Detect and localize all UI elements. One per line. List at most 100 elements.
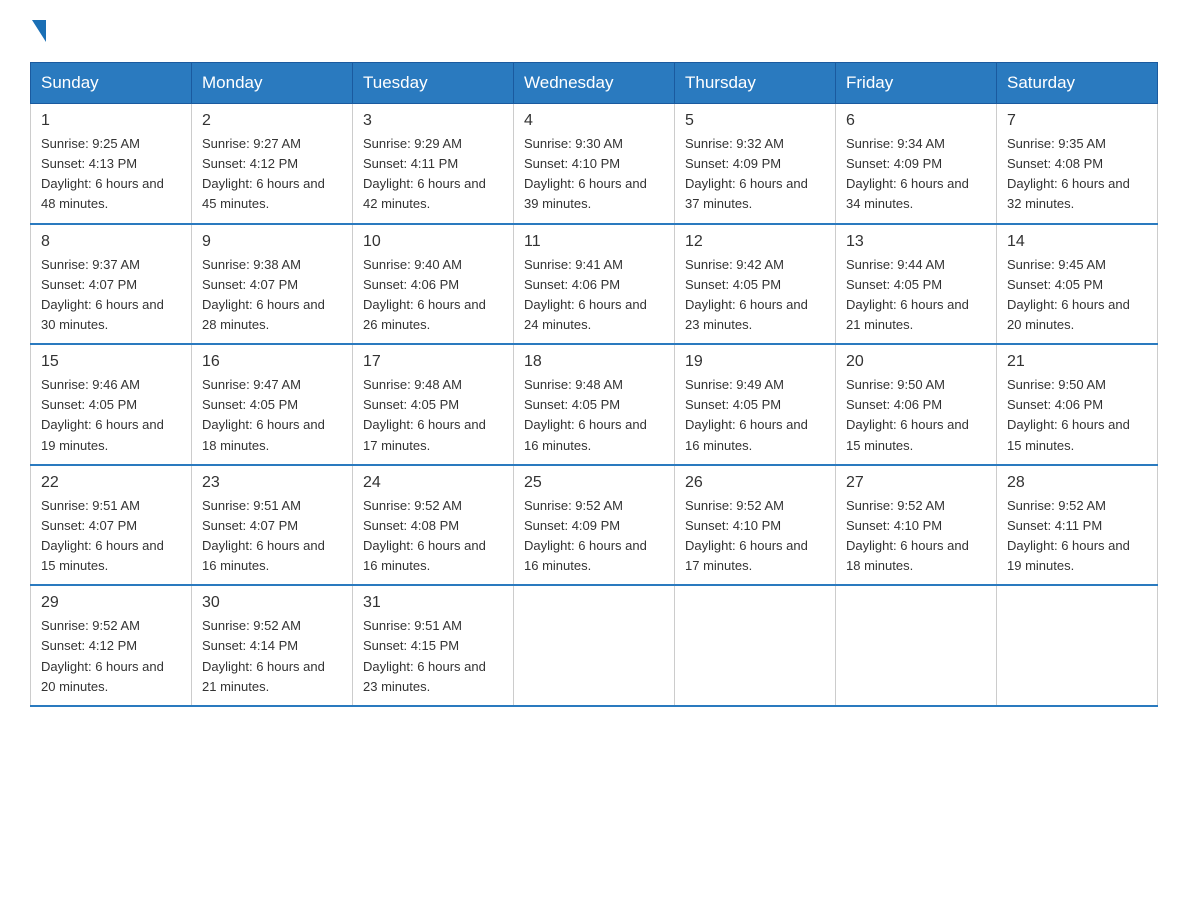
day-info: Sunrise: 9:52 AMSunset: 4:09 PMDaylight:…	[524, 496, 664, 577]
calendar-cell: 30 Sunrise: 9:52 AMSunset: 4:14 PMDayligh…	[192, 585, 353, 706]
day-number: 8	[41, 233, 181, 251]
day-info: Sunrise: 9:52 AMSunset: 4:12 PMDaylight:…	[41, 616, 181, 697]
week-row-1: 1 Sunrise: 9:25 AMSunset: 4:13 PMDaylight…	[31, 104, 1158, 224]
day-info: Sunrise: 9:44 AMSunset: 4:05 PMDaylight:…	[846, 255, 986, 336]
calendar-cell: 6 Sunrise: 9:34 AMSunset: 4:09 PMDaylight…	[836, 104, 997, 224]
calendar-cell: 21Sunrise: 9:50 AMSunset: 4:06 PMDayligh…	[997, 344, 1158, 465]
calendar-cell: 20Sunrise: 9:50 AMSunset: 4:06 PMDayligh…	[836, 344, 997, 465]
header-tuesday: Tuesday	[353, 63, 514, 104]
day-info: Sunrise: 9:29 AMSunset: 4:11 PMDaylight:…	[363, 134, 503, 215]
calendar-cell: 17 Sunrise: 9:48 AMSunset: 4:05 PMDayligh…	[353, 344, 514, 465]
calendar-cell: 27Sunrise: 9:52 AMSunset: 4:10 PMDayligh…	[836, 465, 997, 586]
calendar-cell	[675, 585, 836, 706]
logo	[30, 20, 48, 42]
calendar-cell: 24Sunrise: 9:52 AMSunset: 4:08 PMDayligh…	[353, 465, 514, 586]
day-info: Sunrise: 9:34 AMSunset: 4:09 PMDaylight:…	[846, 134, 986, 215]
day-info: Sunrise: 9:51 AMSunset: 4:07 PMDaylight:…	[41, 496, 181, 577]
day-number: 11	[524, 233, 664, 251]
header-monday: Monday	[192, 63, 353, 104]
calendar-cell	[514, 585, 675, 706]
day-number: 22	[41, 474, 181, 492]
calendar-cell: 15Sunrise: 9:46 AMSunset: 4:05 PMDayligh…	[31, 344, 192, 465]
day-number: 10	[363, 233, 503, 251]
calendar-cell: 22 Sunrise: 9:51 AMSunset: 4:07 PMDayligh…	[31, 465, 192, 586]
day-info: Sunrise: 9:51 AMSunset: 4:15 PMDaylight:…	[363, 616, 503, 697]
day-info: Sunrise: 9:40 AMSunset: 4:06 PMDaylight:…	[363, 255, 503, 336]
header-sunday: Sunday	[31, 63, 192, 104]
day-info: Sunrise: 9:27 AMSunset: 4:12 PMDaylight:…	[202, 134, 342, 215]
calendar-cell: 16 Sunrise: 9:47 AMSunset: 4:05 PMDayligh…	[192, 344, 353, 465]
day-info: Sunrise: 9:49 AMSunset: 4:05 PMDaylight:…	[685, 375, 825, 456]
calendar-cell: 8 Sunrise: 9:37 AMSunset: 4:07 PMDaylight…	[31, 224, 192, 345]
calendar-cell: 10 Sunrise: 9:40 AMSunset: 4:06 PMDayligh…	[353, 224, 514, 345]
day-info: Sunrise: 9:46 AMSunset: 4:05 PMDaylight:…	[41, 375, 181, 456]
header-thursday: Thursday	[675, 63, 836, 104]
day-info: Sunrise: 9:52 AMSunset: 4:10 PMDaylight:…	[685, 496, 825, 577]
day-number: 9	[202, 233, 342, 251]
week-row-2: 8 Sunrise: 9:37 AMSunset: 4:07 PMDaylight…	[31, 224, 1158, 345]
calendar-cell: 31 Sunrise: 9:51 AMSunset: 4:15 PMDayligh…	[353, 585, 514, 706]
day-info: Sunrise: 9:37 AMSunset: 4:07 PMDaylight:…	[41, 255, 181, 336]
day-number: 23	[202, 474, 342, 492]
calendar-cell: 1 Sunrise: 9:25 AMSunset: 4:13 PMDaylight…	[31, 104, 192, 224]
calendar-cell: 18 Sunrise: 9:48 AMSunset: 4:05 PMDayligh…	[514, 344, 675, 465]
day-number: 3	[363, 112, 503, 130]
day-info: Sunrise: 9:41 AMSunset: 4:06 PMDaylight:…	[524, 255, 664, 336]
calendar-cell	[997, 585, 1158, 706]
calendar-cell: 28Sunrise: 9:52 AMSunset: 4:11 PMDayligh…	[997, 465, 1158, 586]
day-number: 17	[363, 353, 503, 371]
day-number: 25	[524, 474, 664, 492]
calendar-cell: 2 Sunrise: 9:27 AMSunset: 4:12 PMDaylight…	[192, 104, 353, 224]
calendar-cell: 13 Sunrise: 9:44 AMSunset: 4:05 PMDayligh…	[836, 224, 997, 345]
header-wednesday: Wednesday	[514, 63, 675, 104]
day-info: Sunrise: 9:48 AMSunset: 4:05 PMDaylight:…	[363, 375, 503, 456]
day-info: Sunrise: 9:35 AMSunset: 4:08 PMDaylight:…	[1007, 134, 1147, 215]
calendar-cell: 23 Sunrise: 9:51 AMSunset: 4:07 PMDayligh…	[192, 465, 353, 586]
day-info: Sunrise: 9:47 AMSunset: 4:05 PMDaylight:…	[202, 375, 342, 456]
day-number: 6	[846, 112, 986, 130]
day-number: 1	[41, 112, 181, 130]
day-number: 18	[524, 353, 664, 371]
header-saturday: Saturday	[997, 63, 1158, 104]
day-number: 28	[1007, 474, 1147, 492]
calendar-cell: 9 Sunrise: 9:38 AMSunset: 4:07 PMDaylight…	[192, 224, 353, 345]
day-info: Sunrise: 9:38 AMSunset: 4:07 PMDaylight:…	[202, 255, 342, 336]
week-row-5: 29 Sunrise: 9:52 AMSunset: 4:12 PMDayligh…	[31, 585, 1158, 706]
day-number: 13	[846, 233, 986, 251]
day-number: 29	[41, 594, 181, 612]
day-number: 27	[846, 474, 986, 492]
day-number: 26	[685, 474, 825, 492]
calendar-cell: 4 Sunrise: 9:30 AMSunset: 4:10 PMDaylight…	[514, 104, 675, 224]
day-number: 5	[685, 112, 825, 130]
day-number: 7	[1007, 112, 1147, 130]
page-header	[30, 20, 1158, 42]
day-number: 2	[202, 112, 342, 130]
calendar-cell: 29 Sunrise: 9:52 AMSunset: 4:12 PMDayligh…	[31, 585, 192, 706]
calendar-table: SundayMondayTuesdayWednesdayThursdayFrid…	[30, 62, 1158, 707]
calendar-cell: 19 Sunrise: 9:49 AMSunset: 4:05 PMDayligh…	[675, 344, 836, 465]
day-info: Sunrise: 9:51 AMSunset: 4:07 PMDaylight:…	[202, 496, 342, 577]
week-row-3: 15Sunrise: 9:46 AMSunset: 4:05 PMDayligh…	[31, 344, 1158, 465]
day-number: 21	[1007, 353, 1147, 371]
day-number: 19	[685, 353, 825, 371]
calendar-cell: 11 Sunrise: 9:41 AMSunset: 4:06 PMDayligh…	[514, 224, 675, 345]
day-info: Sunrise: 9:25 AMSunset: 4:13 PMDaylight:…	[41, 134, 181, 215]
day-info: Sunrise: 9:50 AMSunset: 4:06 PMDaylight:…	[846, 375, 986, 456]
day-number: 14	[1007, 233, 1147, 251]
calendar-cell: 12Sunrise: 9:42 AMSunset: 4:05 PMDayligh…	[675, 224, 836, 345]
day-info: Sunrise: 9:32 AMSunset: 4:09 PMDaylight:…	[685, 134, 825, 215]
day-number: 4	[524, 112, 664, 130]
calendar-cell: 14 Sunrise: 9:45 AMSunset: 4:05 PMDayligh…	[997, 224, 1158, 345]
day-info: Sunrise: 9:45 AMSunset: 4:05 PMDaylight:…	[1007, 255, 1147, 336]
calendar-cell	[836, 585, 997, 706]
week-row-4: 22 Sunrise: 9:51 AMSunset: 4:07 PMDayligh…	[31, 465, 1158, 586]
day-number: 30	[202, 594, 342, 612]
calendar-cell: 25 Sunrise: 9:52 AMSunset: 4:09 PMDayligh…	[514, 465, 675, 586]
day-info: Sunrise: 9:48 AMSunset: 4:05 PMDaylight:…	[524, 375, 664, 456]
day-info: Sunrise: 9:52 AMSunset: 4:14 PMDaylight:…	[202, 616, 342, 697]
day-number: 16	[202, 353, 342, 371]
day-info: Sunrise: 9:52 AMSunset: 4:08 PMDaylight:…	[363, 496, 503, 577]
day-info: Sunrise: 9:30 AMSunset: 4:10 PMDaylight:…	[524, 134, 664, 215]
calendar-cell: 3 Sunrise: 9:29 AMSunset: 4:11 PMDaylight…	[353, 104, 514, 224]
day-number: 31	[363, 594, 503, 612]
